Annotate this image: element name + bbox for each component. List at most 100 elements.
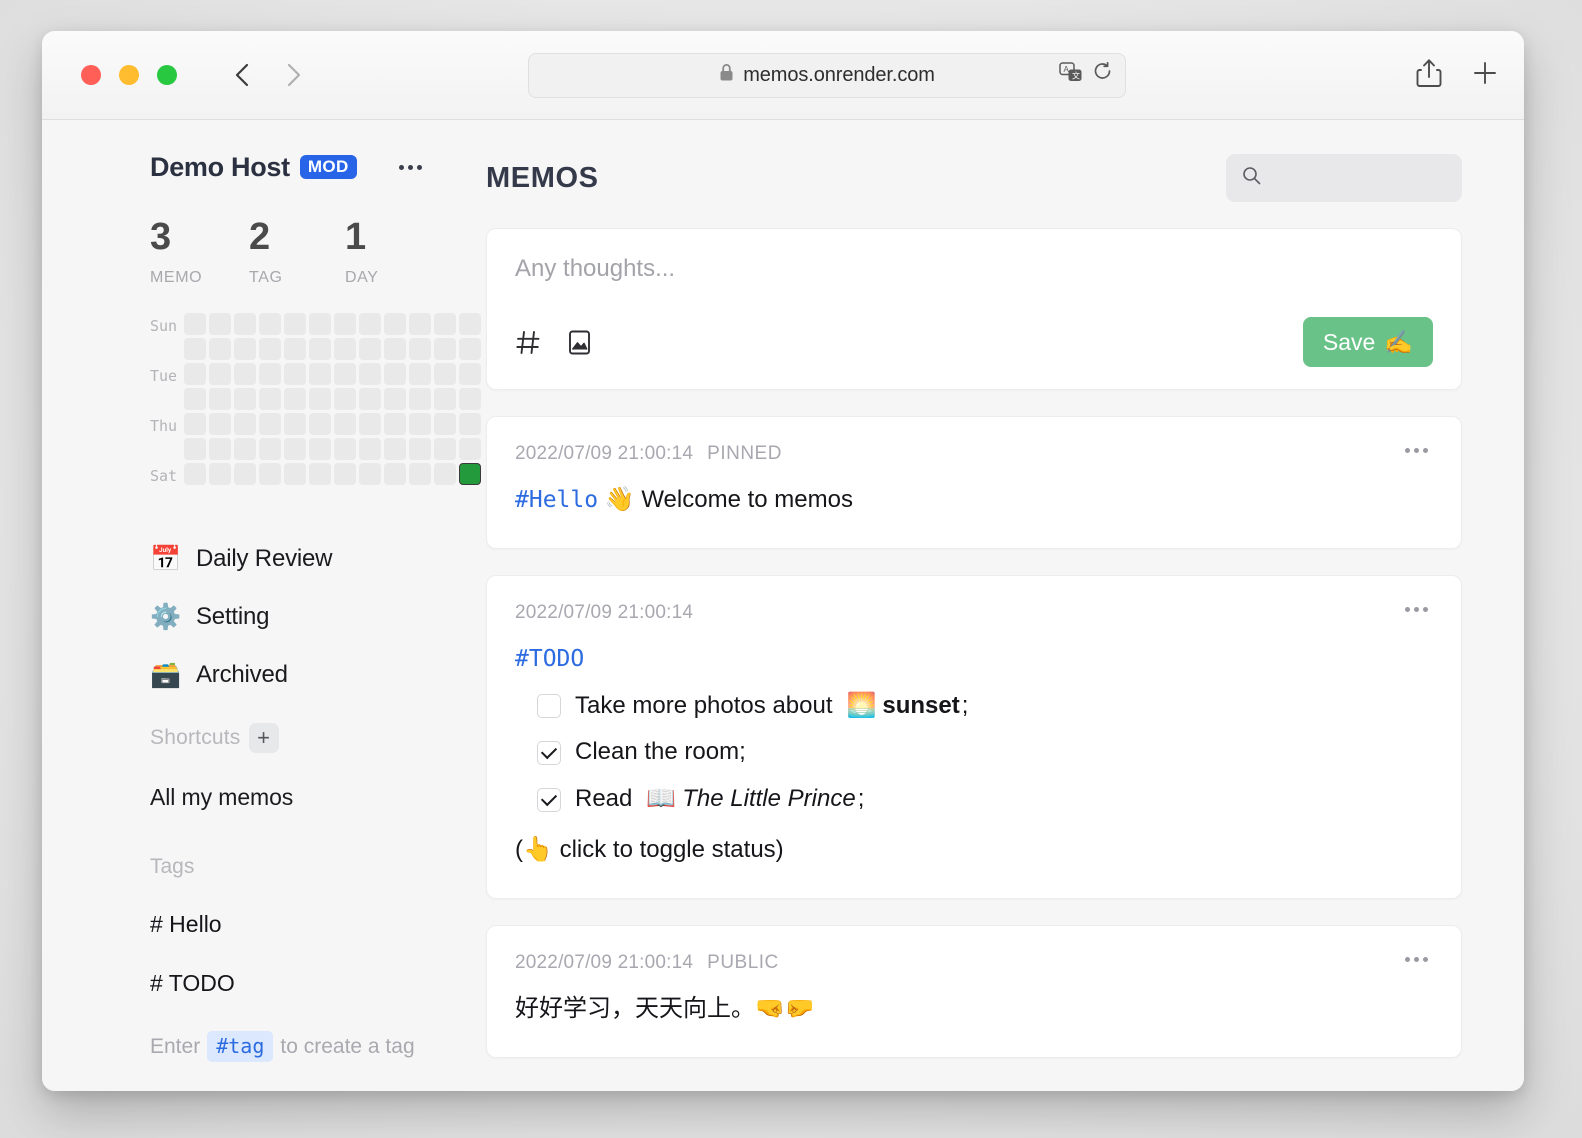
- minimize-window-button[interactable]: [119, 65, 139, 85]
- heatmap-cell[interactable]: [409, 338, 432, 360]
- memo-card[interactable]: 2022/07/09 21:00:14 PUBLIC 好好学习，天天向上。🤜🤛: [486, 924, 1462, 1058]
- todo-item[interactable]: Clean the room;: [515, 735, 1433, 770]
- heatmap-cell[interactable]: [284, 413, 307, 435]
- memo-ellipsis-icon[interactable]: [1400, 602, 1433, 617]
- heatmap-cell[interactable]: [384, 463, 407, 485]
- heatmap-cell[interactable]: [334, 338, 357, 360]
- search-box[interactable]: [1226, 154, 1462, 202]
- heatmap-cell[interactable]: [259, 363, 282, 385]
- heatmap-cell[interactable]: [184, 363, 207, 385]
- heatmap-cell[interactable]: [359, 338, 382, 360]
- heatmap-cell[interactable]: [259, 463, 282, 485]
- heatmap-cell[interactable]: [359, 388, 382, 410]
- forward-button[interactable]: [280, 62, 306, 88]
- heatmap-cell[interactable]: [259, 438, 282, 460]
- heatmap-cell[interactable]: [259, 388, 282, 410]
- heatmap-cell[interactable]: [409, 313, 432, 335]
- shortcut-item-all-my-memos[interactable]: All my memos: [150, 784, 452, 811]
- add-shortcut-plus-icon[interactable]: +: [248, 723, 279, 753]
- todo-item[interactable]: Read 📖 The Little Prince;: [515, 782, 1433, 817]
- heatmap-cell[interactable]: [334, 388, 357, 410]
- heatmap-cell[interactable]: [334, 313, 357, 335]
- heatmap-cell[interactable]: [234, 463, 257, 485]
- sidebar-item-archived[interactable]: 🗃️ Archived: [150, 646, 452, 704]
- tag-item-todo[interactable]: # TODO: [150, 970, 452, 997]
- heatmap-cell[interactable]: [309, 388, 332, 410]
- maximize-window-button[interactable]: [157, 65, 177, 85]
- editor-placeholder[interactable]: Any thoughts...: [515, 255, 1433, 303]
- heatmap-cell[interactable]: [334, 463, 357, 485]
- heatmap-cell[interactable]: [284, 313, 307, 335]
- heatmap-cell[interactable]: [359, 413, 382, 435]
- heatmap-cell[interactable]: [234, 313, 257, 335]
- heatmap-cell[interactable]: [409, 363, 432, 385]
- heatmap-cell[interactable]: [284, 363, 307, 385]
- heatmap-cell[interactable]: [384, 338, 407, 360]
- memo-hashtag[interactable]: #Hello: [515, 487, 598, 513]
- heatmap-cell[interactable]: [184, 438, 207, 460]
- memo-editor[interactable]: Any thoughts... Save ✍️: [486, 228, 1462, 390]
- heatmap-cell[interactable]: [209, 338, 232, 360]
- heatmap-cell[interactable]: [184, 338, 207, 360]
- heatmap-cell[interactable]: [184, 463, 207, 485]
- heatmap-cell[interactable]: [259, 338, 282, 360]
- heatmap-cell[interactable]: [359, 313, 382, 335]
- save-button[interactable]: Save ✍️: [1302, 317, 1433, 367]
- heatmap-cell[interactable]: [309, 413, 332, 435]
- heatmap-cell[interactable]: [209, 463, 232, 485]
- memo-ellipsis-icon[interactable]: [1400, 443, 1433, 458]
- user-menu-ellipsis-icon[interactable]: [393, 159, 428, 176]
- heatmap-cell[interactable]: [334, 413, 357, 435]
- heatmap-cell[interactable]: [409, 438, 432, 460]
- heatmap-cell[interactable]: [209, 363, 232, 385]
- heatmap-cell[interactable]: [184, 413, 207, 435]
- heatmap-cell[interactable]: [309, 438, 332, 460]
- back-button[interactable]: [229, 62, 255, 88]
- share-icon[interactable]: [1416, 58, 1442, 93]
- heatmap-cell[interactable]: [234, 363, 257, 385]
- image-icon[interactable]: [566, 329, 593, 356]
- address-bar[interactable]: memos.onrender.com A 文: [528, 52, 1126, 98]
- heatmap-cell[interactable]: [309, 363, 332, 385]
- hash-icon[interactable]: [515, 329, 542, 356]
- memo-card[interactable]: 2022/07/09 21:00:14 #TODO Take more phot…: [486, 574, 1462, 899]
- sidebar-item-setting[interactable]: ⚙️ Setting: [150, 588, 452, 646]
- heatmap-cell[interactable]: [384, 388, 407, 410]
- heatmap-cell[interactable]: [409, 388, 432, 410]
- memo-card[interactable]: 2022/07/09 21:00:14 PINNED #Hello 👋 Welc…: [486, 416, 1462, 549]
- heatmap-cell[interactable]: [259, 413, 282, 435]
- todo-checkbox-unchecked[interactable]: [537, 693, 561, 718]
- heatmap-cell[interactable]: [384, 363, 407, 385]
- heatmap-cell[interactable]: [384, 413, 407, 435]
- new-tab-plus-icon[interactable]: [1472, 60, 1498, 91]
- heatmap-cell[interactable]: [209, 313, 232, 335]
- heatmap-cell[interactable]: [309, 338, 332, 360]
- heatmap-cell[interactable]: [234, 338, 257, 360]
- heatmap-cell[interactable]: [284, 438, 307, 460]
- heatmap-cell[interactable]: [284, 388, 307, 410]
- close-window-button[interactable]: [81, 65, 101, 85]
- heatmap-cell[interactable]: [184, 313, 207, 335]
- heatmap-cell[interactable]: [359, 438, 382, 460]
- heatmap-cell[interactable]: [334, 363, 357, 385]
- heatmap-cell[interactable]: [309, 313, 332, 335]
- heatmap-cell[interactable]: [409, 413, 432, 435]
- heatmap-cell[interactable]: [234, 413, 257, 435]
- heatmap-cell[interactable]: [334, 438, 357, 460]
- heatmap-cell[interactable]: [409, 463, 432, 485]
- heatmap-cell[interactable]: [209, 438, 232, 460]
- memo-ellipsis-icon[interactable]: [1400, 952, 1433, 967]
- search-input[interactable]: [1271, 167, 1446, 189]
- heatmap-cell[interactable]: [309, 463, 332, 485]
- heatmap-cell[interactable]: [284, 463, 307, 485]
- heatmap-cell[interactable]: [234, 388, 257, 410]
- heatmap-cell[interactable]: [184, 388, 207, 410]
- memo-hashtag[interactable]: #TODO: [515, 646, 584, 672]
- heatmap-cell[interactable]: [384, 438, 407, 460]
- todo-checkbox-checked[interactable]: [537, 740, 561, 765]
- todo-item[interactable]: Take more photos about 🌅 sunset;: [515, 689, 1433, 724]
- todo-checkbox-checked[interactable]: [537, 787, 561, 812]
- heatmap-cell[interactable]: [359, 463, 382, 485]
- sidebar-item-daily-review[interactable]: 📅 Daily Review: [150, 530, 452, 588]
- heatmap-cell[interactable]: [259, 313, 282, 335]
